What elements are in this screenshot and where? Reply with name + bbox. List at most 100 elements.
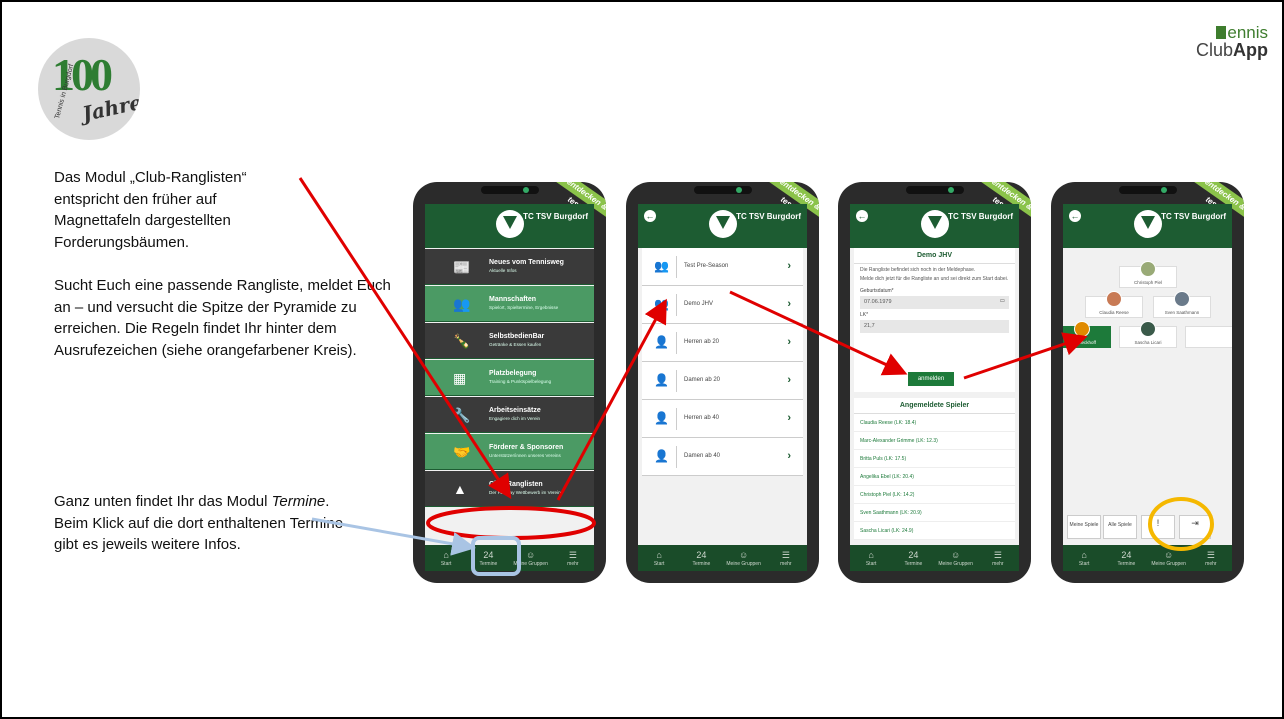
tab-termine[interactable]: 24 Termine [467,550,509,567]
tab-termine[interactable]: 24 Termine [892,550,934,567]
module-item[interactable]: ▲ Club-Ranglisten Der FairPlay Wettbewerb … [425,471,594,507]
module-item[interactable]: 👥 Mannschaften Spielort, Spieltermine, Erg… [425,286,594,322]
lk-label: LK* [860,312,869,318]
info-text-2: Melde dich jetzt für die Rangliste an un… [860,276,1009,282]
module-item[interactable]: 🔧 Arbeitseinsätze Engagiere dich im Verein [425,397,594,433]
pyramid-node[interactable]: Christoph Piel [1119,261,1177,288]
club-name: TC TSV Burgdorf [948,212,1013,221]
player-name: Ann Dieckhoff [1068,340,1096,345]
desc-paragraph-2: Sucht Euch eine passende Rangliste, meld… [54,277,391,359]
module-title: Förderer & Sponsoren [489,444,564,451]
module-icon: 🤝 [453,444,471,460]
module-item[interactable]: ▦ Platzbelegung Training & Punktspielbeleg… [425,360,594,396]
player-item[interactable]: Britta Puls (LK: 17.5) [854,450,1015,468]
meine-spiele-button[interactable]: Meine Spiele [1067,515,1101,539]
rules-exclamation-button[interactable]: ! [1141,515,1175,539]
rangliste-item[interactable]: 👤 Damen ab 40 › [642,438,803,476]
group-icon: ☺ [526,549,536,560]
module-subtitle: Spielort, Spieltermine, Ergebnisse [489,305,559,310]
group-icon: ☺ [739,549,749,560]
player-item[interactable]: Claudia Reese (LK: 18.4) [854,414,1015,432]
tab-start[interactable]: ⌂ Start [425,550,467,567]
tab-gruppen[interactable]: ☺ Meine Gruppen [1148,550,1190,567]
chevron-right-icon: › [787,298,791,310]
phone-ranglisten-screen: entdecken & testen! ← TC TSV Burgdorf 👥T… [626,182,819,583]
home-icon: ⌂ [868,549,874,560]
rangliste-name: Damen ab 20 [684,377,721,383]
tab-start[interactable]: ⌂ Start [1063,550,1105,567]
menu-icon: ☰ [781,549,790,560]
desc-paragraph-3: Ganz unten findet Ihr das Modul Termine.… [54,491,354,556]
player-item[interactable]: Angelika Ebel (LK: 20.4) [854,468,1015,486]
calendar-icon: 24 [483,549,494,560]
phone-notch [480,186,539,194]
module-title: Arbeitseinsätze [489,407,541,414]
app-header: ← TC TSV Burgdorf [638,204,807,248]
tab-gruppen[interactable]: ☺ Meine Gruppen [935,550,977,567]
tab-bar: ⌂ Start 24 Termine ☺ Meine Gruppen ☰ mehr [425,545,594,571]
tab-label: mehr [780,560,792,567]
module-list: 📰 Neues vom Tennisweg Aktuelle Infos 👥 Manns… [425,249,594,507]
pyramid-node[interactable]: Sascha Licari [1119,321,1177,348]
players-title: Angemeldete Spieler [854,398,1015,414]
avatar [1106,291,1122,307]
module-title: Club-Ranglisten [489,481,543,488]
calendar-icon: 24 [908,549,919,560]
tab-mehr[interactable]: ☰ mehr [977,550,1019,567]
back-arrow-icon[interactable]: ← [644,210,656,222]
tab-start[interactable]: ⌂ Start [638,550,680,567]
tab-mehr[interactable]: ☰ mehr [1190,550,1232,567]
phone-notch [1118,186,1177,194]
back-arrow-icon[interactable]: ← [856,210,868,222]
card-title: Demo JHV [854,248,1015,264]
module-subtitle: Aktuelle Infos [489,268,517,273]
tab-mehr[interactable]: ☰ mehr [765,550,807,567]
rangliste-item[interactable]: 👤 Herren ab 20 › [642,324,803,362]
tab-label: Termine [1117,560,1136,567]
birthdate-field[interactable]: 07.06.1979 ▭ [860,296,1009,309]
logout-button[interactable]: ⇥ [1179,515,1211,539]
rangliste-item[interactable]: 👥 Test Pre-Season › [642,248,803,286]
divider [676,408,677,430]
tab-bar: ⌂ Start 24 Termine ☺ Meine Gruppen ☰ mehr [1063,545,1232,571]
player-item[interactable]: Christoph Piel (LK: 14.2) [854,486,1015,504]
tab-mehr[interactable]: ☰ mehr [552,550,594,567]
tab-start[interactable]: ⌂ Start [850,550,892,567]
rangliste-item[interactable]: 👤 Herren ab 40 › [642,400,803,438]
tab-gruppen[interactable]: ☺ Meine Gruppen [510,550,552,567]
tab-termine[interactable]: 24 Termine [1105,550,1147,567]
pyramid-node-empty[interactable] [1185,326,1232,348]
player-item[interactable]: Sven Saathmann (LK: 20.9) [854,504,1015,522]
pyramid-node[interactable]: Sven Saathmann [1153,291,1211,318]
pyramid-node-self[interactable]: Ann Dieckhoff [1063,321,1111,348]
alle-spiele-button[interactable]: Alle Spiele [1103,515,1137,539]
tab-gruppen[interactable]: ☺ Meine Gruppen [723,550,765,567]
module-item[interactable]: 📰 Neues vom Tennisweg Aktuelle Infos [425,249,594,285]
calendar-icon: 24 [1121,549,1132,560]
player-name: Claudia Reese [1099,310,1129,315]
exclamation-icon: ! [1156,518,1160,528]
divider [676,294,677,316]
anmelden-button[interactable]: anmelden [908,372,954,386]
module-item[interactable]: 🍾 SelbstbedienBar Getränke & Essen kaufen [425,323,594,359]
module-icon: ▦ [453,370,467,386]
lk-field[interactable]: 21,7 [860,320,1009,333]
rangliste-item[interactable]: 👥 Demo JHV › [642,286,803,324]
phone-start-screen: entdecken & testen! TC TSV Burgdorf 📰Neu… [413,182,606,583]
player-item[interactable]: Marc-Alexander Grimme (LK: 12.3) [854,432,1015,450]
module-item[interactable]: 🤝 Förderer & Sponsoren Unterstützer/innen … [425,434,594,470]
player-name: Sascha Licari [1134,340,1162,345]
club-name: TC TSV Burgdorf [1161,212,1226,221]
group-icon: ☺ [951,549,961,560]
pyramid-node[interactable]: Claudia Reese [1085,291,1143,318]
player-item[interactable]: Sascha Licari (LK: 24.9) [854,522,1015,540]
tab-label: Start [1078,560,1090,567]
person-icon: 👥 [654,259,669,273]
menu-icon: ☰ [993,549,1002,560]
rangliste-item[interactable]: 👤 Damen ab 20 › [642,362,803,400]
tab-termine[interactable]: 24 Termine [680,550,722,567]
club-crest-icon [495,210,524,238]
desc-p3-a: Ganz unten findet Ihr das Modul [54,493,272,510]
tab-label: Termine [692,560,711,567]
back-arrow-icon[interactable]: ← [1069,210,1081,222]
